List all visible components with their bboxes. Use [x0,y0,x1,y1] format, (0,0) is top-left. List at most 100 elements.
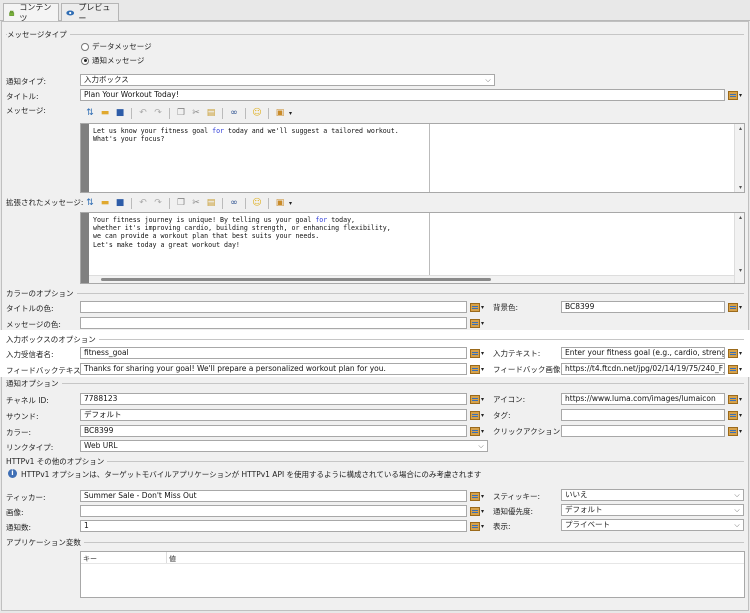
personalize-button[interactable]: ▾ [470,347,486,359]
find-icon[interactable]: ∞ [228,197,240,209]
personalize-button[interactable]: ▾ [470,425,486,437]
open-folder-icon[interactable]: ▬ [99,107,111,119]
scroll-down-icon[interactable]: ▾ [739,267,742,274]
app-variables-table[interactable]: キー 値 [80,551,745,598]
visibility-select[interactable]: プライベート ⌵ [561,519,744,531]
paste-icon[interactable]: ▤ [205,197,217,209]
radio-notification-message[interactable]: 通知メッセージ [81,55,144,66]
personalize-button[interactable]: ▾ [470,520,486,532]
dropdown-arrow-icon: ▾ [481,507,485,515]
scroll-up-icon[interactable]: ▴ [739,214,742,221]
radio-data-message-label: データメッセージ [92,42,152,51]
chevron-down-icon: ⌵ [734,491,740,499]
editor-hscrollbar[interactable] [89,275,734,283]
personalize-button[interactable]: ▾ [470,363,486,375]
copy-icon[interactable]: ❐ [175,107,187,119]
notification-count-input[interactable]: 1 [80,520,467,532]
cut-icon[interactable]: ✂ [190,197,202,209]
save-icon[interactable]: ■ [114,107,126,119]
message-text: Let us know your fitness goal for today … [93,127,399,143]
radio-button[interactable] [81,56,89,65]
background-color-label: 背景色: [493,303,519,312]
priority-select[interactable]: デフォルト ⌵ [561,504,744,516]
scroll-up-icon[interactable]: ▴ [739,125,742,132]
notification-type-select[interactable]: 入力ボックス ⌵ [80,74,495,86]
image-input[interactable] [80,505,467,517]
keyword-highlight: for [212,127,225,135]
personalize-button[interactable]: ▾ [470,317,486,329]
ticker-label: ティッカー: [6,493,46,502]
feedback-image-input[interactable]: https://t4.ftcdn.net/jpg/02/14/19/75/240… [561,363,725,375]
find-icon[interactable]: ∞ [228,107,240,119]
feedback-text-input[interactable]: Thanks for sharing your goal! We'll prep… [80,363,467,375]
color-input[interactable]: BC8399 [80,425,467,437]
ticker-input[interactable]: Summer Sale - Don't Miss Out [80,490,467,502]
editor-scrollbar[interactable]: ▴ ▾ [734,124,744,192]
channel-id-input[interactable]: 7788123 [80,393,467,405]
chevron-down-icon: ⌵ [478,442,484,450]
personalize-button[interactable]: ▾ [470,505,486,517]
message-editor[interactable]: Let us know your fitness goal for today … [80,123,745,193]
scroll-thumb[interactable] [101,278,491,281]
background-color-input[interactable]: BC8399 [561,301,725,313]
cut-icon[interactable]: ✂ [190,107,202,119]
icon-label: アイコン: [493,395,526,404]
undo-icon[interactable]: ↶ [137,197,149,209]
redo-icon[interactable]: ↷ [152,107,164,119]
personalize-button[interactable]: ▾ [470,409,486,421]
emoji-icon[interactable]: ☺ [251,107,263,119]
input-text-input[interactable]: Enter your fitness goal (e.g., cardio, s… [561,347,725,359]
extended-message-editor[interactable]: Your fitness journey is unique! By telli… [80,212,745,284]
title-input[interactable]: Plan Your Workout Today! [80,89,725,101]
dropdown-arrow-icon: ▾ [739,411,743,419]
click-action-input[interactable] [561,425,725,437]
personalize-button[interactable]: ▾ [470,301,486,313]
title-color-input[interactable] [80,301,467,313]
personalize-button[interactable]: ▾ [470,490,486,502]
radio-data-message[interactable]: データメッセージ [81,41,152,52]
chevron-down-icon: ⌵ [734,521,740,529]
personalize-button[interactable]: ▾ [728,393,744,405]
paste-icon[interactable]: ▤ [205,107,217,119]
personalization-icon[interactable]: ▣ [274,107,286,119]
personalize-button[interactable]: ▾ [728,301,744,313]
import-icon[interactable]: ⇅ [84,107,96,119]
personalization-icon[interactable]: ▣ [274,197,286,209]
personalize-button[interactable]: ▾ [728,89,744,101]
personalize-button[interactable]: ▾ [728,425,744,437]
undo-icon[interactable]: ↶ [137,107,149,119]
receiver-name-label: 入力受信者名: [6,350,54,359]
personalize-button[interactable]: ▾ [470,393,486,405]
tab-content[interactable]: コンテンツ [3,3,59,23]
personalization-icon [470,302,480,312]
tag-input[interactable] [561,409,725,421]
personalization-icon [470,364,480,374]
channel-id-label: チャネル ID: [6,396,49,405]
link-type-select[interactable]: Web URL ⌵ [80,440,488,452]
dropdown-arrow-icon: ▾ [739,365,743,373]
personalization-icon [470,394,480,404]
personalize-button[interactable]: ▾ [728,409,744,421]
personalize-button[interactable]: ▾ [728,363,744,375]
emoji-icon[interactable]: ☺ [251,197,263,209]
input-text-label: 入力テキスト: [493,349,541,358]
open-folder-icon[interactable]: ▬ [99,197,111,209]
receiver-name-input[interactable]: fitness_goal [80,347,467,359]
sticky-select[interactable]: いいえ ⌵ [561,489,744,501]
message-color-input[interactable] [80,317,467,329]
copy-icon[interactable]: ❐ [175,197,187,209]
tab-preview[interactable]: プレビュー [61,3,119,23]
import-icon[interactable]: ⇅ [84,197,96,209]
feedback-text-label: フィードバックテキスト: [6,366,91,375]
radio-button[interactable] [81,42,89,51]
redo-icon[interactable]: ↷ [152,197,164,209]
personalize-button[interactable]: ▾ [728,347,744,359]
icon-input[interactable]: https://www.luma.com/images/lumaicon [561,393,725,405]
divider [6,542,744,543]
scroll-down-icon[interactable]: ▾ [739,184,742,191]
sound-input[interactable]: デフォルト [80,409,467,421]
dropdown-arrow-icon: ▾ [481,349,485,357]
app-variables-heading: アプリケーション変数 [6,537,84,548]
save-icon[interactable]: ■ [114,197,126,209]
editor-scrollbar[interactable]: ▴ ▾ [734,213,744,283]
